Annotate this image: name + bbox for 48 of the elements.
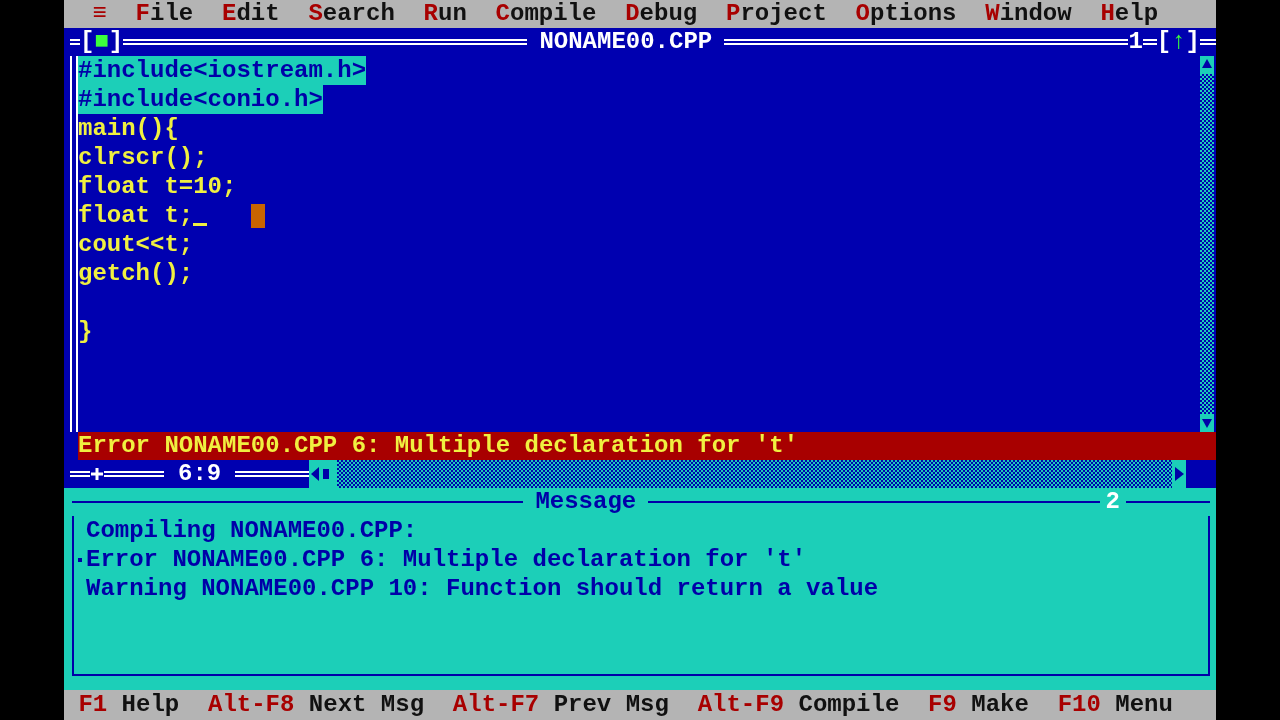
code-line: main(){ (78, 114, 179, 143)
shortcut-key[interactable]: F9 Make (913, 690, 1044, 720)
message-line[interactable]: Compiling NONAME00.CPP: (86, 516, 418, 545)
zoom-button[interactable]: [↑] (1156, 28, 1200, 56)
menu-item[interactable]: Run (409, 0, 482, 28)
shortcut-key[interactable]: F1 Help (64, 690, 194, 720)
frame-line (104, 471, 164, 477)
menu-item[interactable]: Search (294, 0, 410, 28)
scroll-right-icon[interactable] (1172, 460, 1186, 488)
scroll-up-icon[interactable] (1200, 56, 1214, 74)
error-bar: Error NONAME00.CPP 6: Multiple declaration for 't' (78, 432, 1216, 460)
code-line: getch(); (78, 259, 194, 288)
panel-title: Message (534, 488, 638, 516)
menu-item[interactable]: Options (841, 0, 971, 28)
window-number: 2 (1104, 488, 1121, 516)
menu-item[interactable]: Help (1086, 0, 1173, 28)
cursor-position: 6:9 (177, 460, 223, 488)
shortcut-key[interactable]: Alt-F9 Compile (683, 690, 914, 720)
code-line: float t; (78, 201, 194, 230)
window-title: NONAME00.CPP (538, 28, 714, 56)
scroll-left-icon[interactable] (309, 460, 338, 488)
frame-line (1142, 39, 1157, 45)
scroll-down-icon[interactable] (1200, 414, 1214, 432)
system-menu-button[interactable]: ≡ (78, 0, 122, 28)
menu-item[interactable]: File (121, 0, 208, 28)
menu-item[interactable]: Project (711, 0, 842, 28)
shortcut-key[interactable]: F10 Menu (1043, 690, 1188, 720)
code-line: clrscr(); (78, 143, 208, 172)
message-line[interactable]: Error NONAME00.CPP 6: Multiple declaration for 't' (86, 545, 807, 574)
shortcut-key[interactable]: Alt-F8 Next Msg (193, 690, 439, 720)
menu-item[interactable]: Compile (481, 0, 611, 28)
vertical-scrollbar[interactable] (1200, 56, 1214, 432)
code-line: float t=10; (78, 172, 237, 201)
menu-item[interactable]: Edit (207, 0, 294, 28)
message-line[interactable]: Warning NONAME00.CPP 10: Function should return a value (86, 574, 879, 603)
code-line: } (78, 317, 93, 346)
frame-line (70, 39, 80, 45)
frame-line (1200, 39, 1216, 45)
horizontal-scrollbar[interactable] (309, 460, 1186, 488)
shortcut-key[interactable]: Alt-F7 Prev Msg (438, 690, 684, 720)
mouse-cursor-icon (251, 203, 266, 228)
code-line: cout<<t; (78, 230, 194, 259)
close-button[interactable]: [■] (80, 28, 124, 56)
window-number: 1 (1128, 28, 1143, 56)
menu-item[interactable]: Window (970, 0, 1087, 28)
menu-item[interactable]: Debug (610, 0, 712, 28)
frame-corner-icon (90, 467, 104, 481)
frame-line (70, 471, 90, 477)
